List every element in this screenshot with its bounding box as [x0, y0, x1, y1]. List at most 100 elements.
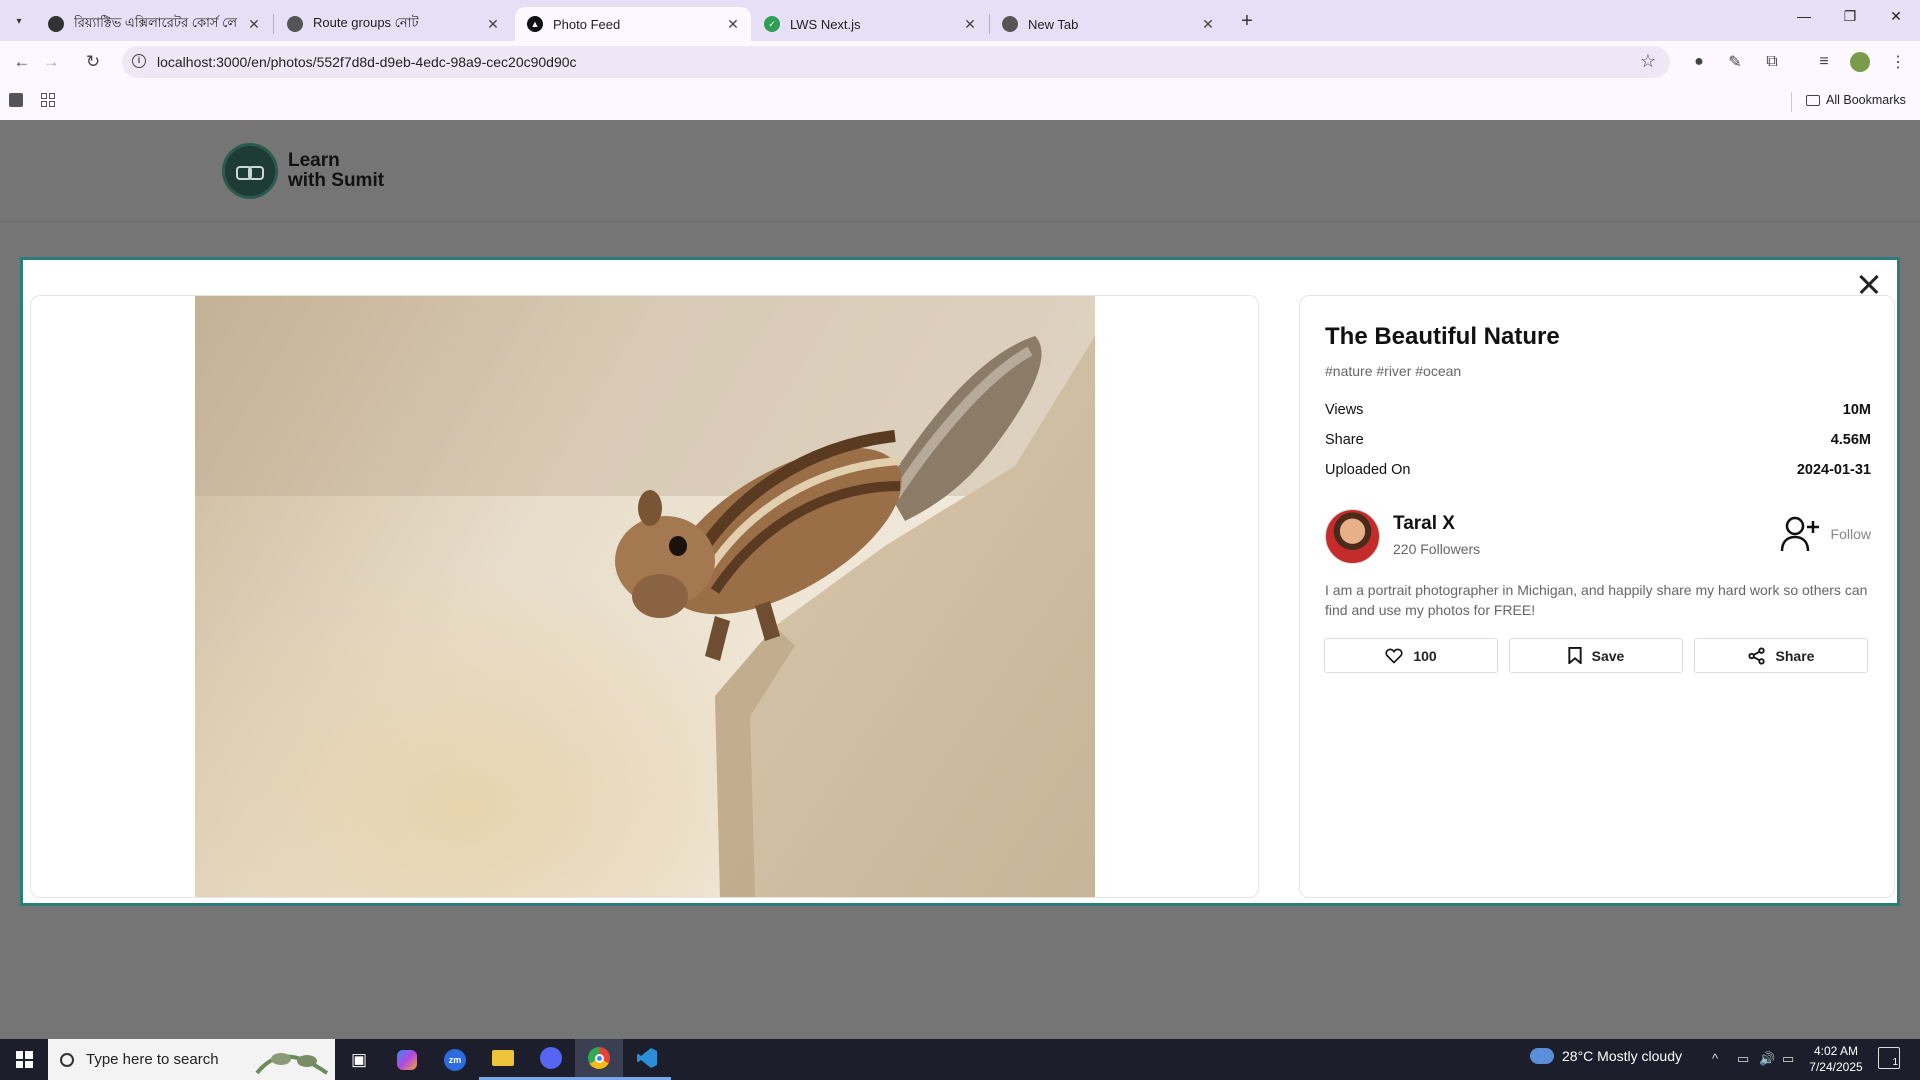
- stat-value: 10M: [1842, 402, 1871, 418]
- tab-close-icon[interactable]: ✕: [1200, 16, 1216, 33]
- stat-value: 4.56M: [1830, 432, 1871, 448]
- like-button[interactable]: 100: [1324, 638, 1498, 673]
- stat-label: Views: [1325, 402, 1364, 418]
- notifications-icon[interactable]: 1: [1878, 1047, 1900, 1069]
- bookmark-app-icon[interactable]: [9, 93, 23, 107]
- network-icon[interactable]: ▭: [1782, 1051, 1794, 1067]
- tab-route-groups[interactable]: Route groups নোট ✕: [275, 7, 511, 41]
- address-bar[interactable]: i localhost:3000/en/photos/552f7d8d-d9eb…: [122, 46, 1670, 78]
- meet-now-icon[interactable]: ▭: [1737, 1051, 1749, 1067]
- stat-uploaded-on: Uploaded On 2024-01-31: [1325, 462, 1871, 478]
- file-explorer-icon[interactable]: [479, 1039, 527, 1080]
- tab-search-chevron-icon[interactable]: ▾: [8, 10, 30, 32]
- tab-close-icon[interactable]: ✕: [485, 16, 501, 33]
- search-highlight-art: [255, 1053, 329, 1075]
- squirrel-photo: [195, 296, 1095, 897]
- media-control-icon[interactable]: ≡: [1812, 50, 1836, 74]
- close-modal-button[interactable]: [1855, 270, 1883, 298]
- all-bookmarks-button[interactable]: All Bookmarks: [1806, 93, 1906, 107]
- photo-modal: The Beautiful Nature #nature #river #oce…: [20, 257, 1900, 906]
- back-icon[interactable]: ←: [9, 49, 35, 75]
- logo-mark-icon: [222, 143, 278, 199]
- site-logo[interactable]: Learn with Sumit: [222, 143, 384, 199]
- minimize-icon[interactable]: —: [1781, 8, 1827, 24]
- new-tab-button[interactable]: +: [1236, 10, 1258, 33]
- tab-title: New Tab: [1028, 16, 1079, 32]
- clock-time: 4:02 AM: [1813, 1044, 1859, 1058]
- start-button[interactable]: [0, 1039, 48, 1080]
- tab-title: LWS Next.js: [790, 16, 861, 32]
- cookie-extension-icon[interactable]: ●: [1687, 50, 1711, 74]
- author-info: Taral X 220 Followers Follow: [1325, 509, 1871, 565]
- tray-chevron-icon[interactable]: ^: [1712, 1051, 1718, 1066]
- browser-toolbar: ← → ↻ i localhost:3000/en/photos/552f7d8…: [0, 41, 1920, 83]
- search-icon: [60, 1052, 74, 1067]
- site-info-icon[interactable]: i: [132, 54, 146, 68]
- vscode-icon[interactable]: [623, 1039, 671, 1080]
- discord-icon[interactable]: [527, 1039, 575, 1080]
- photo-card: [30, 295, 1259, 898]
- windows-taskbar: Type here to search ▣ zm 28°C Mostly clo…: [0, 1039, 1920, 1080]
- tab-photo-feed[interactable]: ▲ Photo Feed ✕: [515, 7, 751, 41]
- share-button[interactable]: Share: [1694, 638, 1868, 673]
- logo-line-1: Learn: [288, 150, 340, 171]
- window-close-icon[interactable]: ✕: [1873, 8, 1919, 25]
- tab-close-icon[interactable]: ✕: [725, 16, 741, 33]
- windows-logo-icon: [15, 1051, 33, 1068]
- share-icon: [1747, 646, 1765, 665]
- system-clock[interactable]: 4:02 AM 7/24/2025: [1800, 1043, 1872, 1075]
- weather-widget[interactable]: 28°C Mostly cloudy: [1530, 1048, 1682, 1064]
- cloudy-weather-icon: [1530, 1048, 1554, 1064]
- photo-details: The Beautiful Nature #nature #river #oce…: [1299, 295, 1895, 898]
- author-avatar[interactable]: [1325, 509, 1380, 564]
- restore-icon[interactable]: ❐: [1827, 8, 1873, 25]
- save-button[interactable]: Save: [1509, 638, 1683, 673]
- forward-icon[interactable]: →: [38, 49, 64, 75]
- task-view-icon[interactable]: ▣: [335, 1039, 383, 1080]
- follow-button[interactable]: Follow: [1779, 513, 1871, 555]
- url-text[interactable]: localhost:3000/en/photos/552f7d8d-d9eb-4…: [157, 54, 577, 70]
- stat-share: Share 4.56M: [1325, 432, 1871, 448]
- tab-lws-nextjs[interactable]: ✓ LWS Next.js ✕: [752, 7, 988, 41]
- tab-favicon-icon: ✓: [764, 16, 780, 32]
- browser-menu-icon[interactable]: ⋮: [1886, 50, 1910, 74]
- author-bio: I am a portrait photographer in Michigan…: [1325, 582, 1868, 618]
- follow-label: Follow: [1830, 526, 1871, 542]
- tab-new-tab[interactable]: New Tab ✕: [990, 7, 1226, 41]
- copilot-icon[interactable]: [383, 1039, 431, 1080]
- bookmark-star-icon[interactable]: ☆: [1640, 51, 1656, 72]
- tab-favicon-icon: [287, 16, 303, 32]
- tab-favicon-icon: [48, 16, 64, 32]
- share-label: Share: [1775, 647, 1815, 664]
- pen-extension-icon[interactable]: ✎: [1723, 50, 1747, 74]
- page-overlay: Learn with Sumit The Beautiful Nature #n…: [0, 120, 1920, 1039]
- tab-close-icon[interactable]: ✕: [246, 16, 262, 33]
- extensions-puzzle-icon[interactable]: ⧉: [1760, 50, 1784, 74]
- tab-title: Route groups নোট: [313, 14, 419, 30]
- taskbar-search-box[interactable]: Type here to search: [48, 1039, 335, 1080]
- reload-icon[interactable]: ↻: [80, 49, 106, 75]
- logo-line-2: with Sumit: [288, 170, 385, 191]
- like-count: 100: [1413, 647, 1437, 664]
- all-bookmarks-label: All Bookmarks: [1826, 93, 1906, 107]
- folder-icon: [1806, 94, 1820, 106]
- zoom-icon[interactable]: zm: [431, 1039, 479, 1080]
- notification-count: 1: [1892, 1057, 1898, 1068]
- stat-label: Share: [1325, 432, 1364, 448]
- tab-react-course[interactable]: রিয়্যাক্টিভ এক্সিলারেটর কোর্স লে ✕: [36, 7, 272, 41]
- tab-close-icon[interactable]: ✕: [962, 16, 978, 33]
- add-user-icon: [1780, 516, 1819, 552]
- chrome-icon[interactable]: [575, 1039, 623, 1080]
- weather-text: 28°C Mostly cloudy: [1562, 1048, 1682, 1064]
- stat-value: 2024-01-31: [1796, 462, 1871, 478]
- tab-favicon-icon: [1002, 16, 1018, 32]
- tab-title: রিয়্যাক্টিভ এক্সিলারেটর কোর্স লে: [74, 14, 238, 30]
- save-label: Save: [1591, 647, 1625, 664]
- tab-favicon-icon: ▲: [527, 16, 543, 32]
- volume-icon[interactable]: 🔊: [1759, 1051, 1775, 1067]
- clock-date: 7/24/2025: [1809, 1060, 1863, 1074]
- author-name[interactable]: Taral X: [1393, 513, 1455, 535]
- apps-grid-icon[interactable]: [41, 93, 55, 107]
- profile-avatar-icon[interactable]: [1848, 50, 1872, 74]
- photo-tags: #nature #river #ocean: [1325, 363, 1462, 379]
